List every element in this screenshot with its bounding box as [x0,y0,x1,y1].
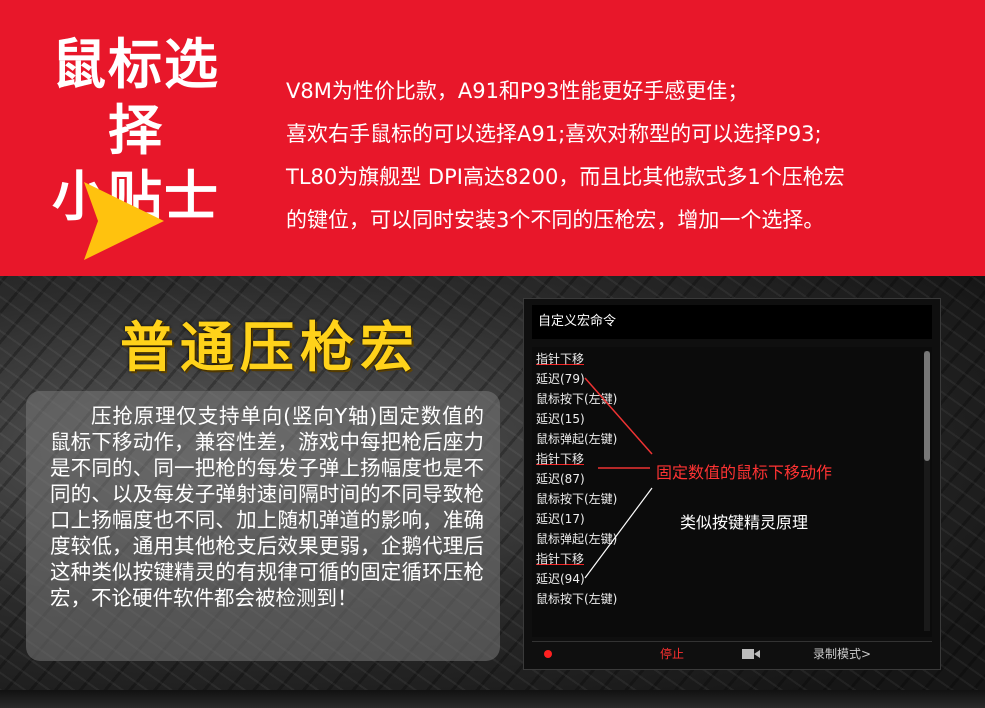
bottom-divider [0,690,985,708]
tip-line-3: TL80为旗舰型 DPI高达8200，而且比其他款式多1个压枪宏 [286,165,845,189]
banner-title-line1: 鼠标选择 [52,33,220,162]
callout-lines [584,377,653,579]
tips-banner: 鼠标选择 小贴士 V8M为性价比款，A91和P93性能更好手感更佳； 喜欢右手鼠… [0,0,985,276]
macro-section: 普通压枪宏 压抢原理仅支持单向(竖向Y轴)固定数值的鼠标下移动作，兼容性差，游戏… [0,276,985,708]
tip-line-4: 的键位，可以同时安装3个不同的压枪宏，增加一个选择。 [286,208,825,232]
tip-line-2: 喜欢右手鼠标的可以选择A91;喜欢对称型的可以选择P93; [286,122,822,146]
callout-fixed-move: 固定数值的鼠标下移动作 [656,463,833,482]
right-triangle-arrow-icon [84,182,164,260]
callout-key-wizard: 类似按键精灵原理 [680,513,809,532]
tips-text: V8M为性价比款，A91和P93性能更好手感更佳； 喜欢右手鼠标的可以选择A91… [286,70,976,242]
tip-line-1: V8M为性价比款，A91和P93性能更好手感更佳； [286,79,749,103]
